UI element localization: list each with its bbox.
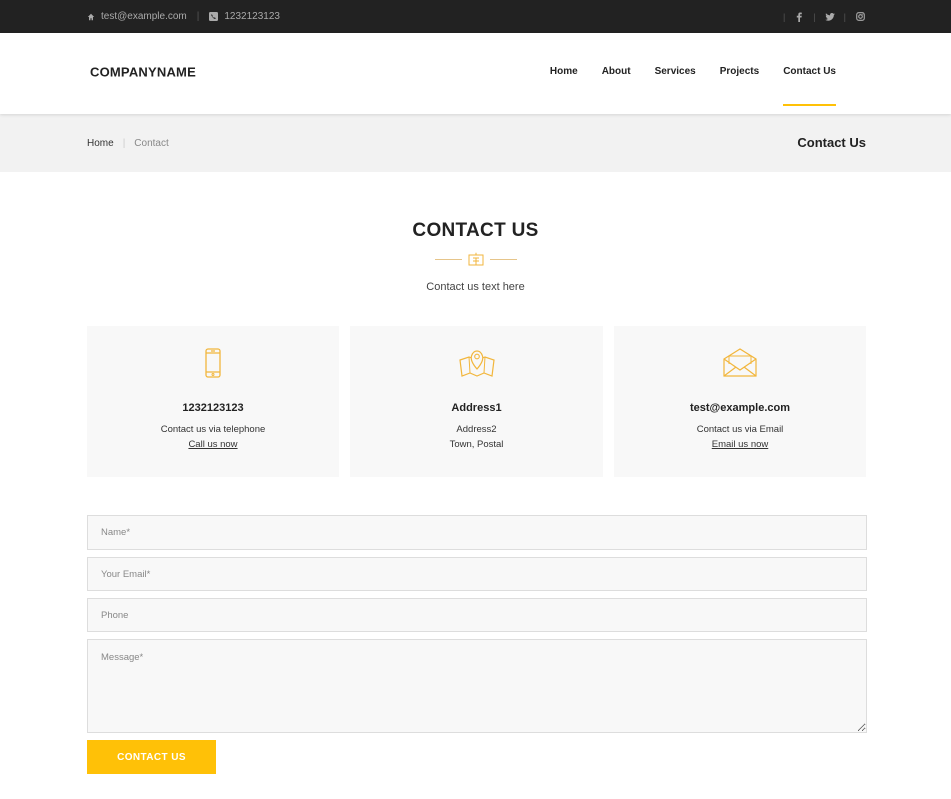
envelope-icon xyxy=(723,348,757,377)
page-title: Contact Us xyxy=(797,135,866,150)
top-email-text: test@example.com xyxy=(101,11,187,22)
nav-home[interactable]: Home xyxy=(550,33,578,114)
nav-projects[interactable]: Projects xyxy=(720,33,759,114)
facebook-icon[interactable] xyxy=(793,11,805,23)
instagram-icon[interactable] xyxy=(854,11,866,23)
site-header: COMPANYNAME Home About Services Projects… xyxy=(0,33,951,114)
top-bar-contact: test@example.com | 1232123123 xyxy=(87,0,280,33)
section-subtitle: Contact us text here xyxy=(426,281,525,293)
breadcrumb: Home | Contact xyxy=(87,137,169,149)
smartphone-icon xyxy=(205,348,221,378)
card-phone-title: 1232123123 xyxy=(182,402,244,414)
card-address-title: Address1 xyxy=(451,402,502,414)
email-us-link[interactable]: Email us now xyxy=(712,439,769,450)
contact-card-address: Address1 Address2 Town, Postal xyxy=(350,326,603,477)
phone-square-icon xyxy=(209,12,219,21)
social-links: | | | xyxy=(775,0,866,33)
main-nav: Home About Services Projects Contact Us xyxy=(526,33,836,114)
contact-card-phone: 1232123123 Contact us via telephone Call… xyxy=(87,326,339,477)
top-phone-text: 1232123123 xyxy=(224,11,280,22)
top-phone: 1232123123 xyxy=(209,11,280,22)
email-field[interactable] xyxy=(87,557,867,591)
contact-card-email: test@example.com Contact us via Email Em… xyxy=(614,326,866,477)
breadcrumb-bar: Home | Contact Contact Us xyxy=(0,114,951,172)
top-email: test@example.com xyxy=(87,11,187,22)
card-email-text: Contact us via Email xyxy=(696,424,784,435)
nav-contact-us[interactable]: Contact Us xyxy=(783,33,836,114)
phone-field[interactable] xyxy=(87,598,867,632)
card-phone-text: Contact us via telephone xyxy=(160,424,266,435)
nav-services[interactable]: Services xyxy=(655,33,696,114)
name-field[interactable] xyxy=(87,515,867,550)
top-bar: test@example.com | 1232123123 | | | xyxy=(0,0,951,33)
home-icon xyxy=(87,13,95,20)
card-email-title: test@example.com xyxy=(690,402,790,414)
twitter-icon[interactable] xyxy=(824,11,836,23)
breadcrumb-home[interactable]: Home xyxy=(87,138,114,149)
contact-submit-button[interactable]: CONTACT US xyxy=(87,740,216,774)
section-divider xyxy=(435,252,517,266)
nav-about[interactable]: About xyxy=(602,33,631,114)
call-us-link[interactable]: Call us now xyxy=(188,439,237,450)
breadcrumb-current: Contact xyxy=(134,137,169,149)
card-address-town: Town, Postal xyxy=(449,439,504,450)
section-title: CONTACT US xyxy=(412,220,539,241)
logo[interactable]: COMPANYNAME xyxy=(90,65,196,80)
message-field[interactable] xyxy=(87,639,867,733)
map-pin-icon xyxy=(458,350,495,377)
card-address-line2: Address2 xyxy=(456,424,497,435)
building-icon xyxy=(468,252,484,266)
